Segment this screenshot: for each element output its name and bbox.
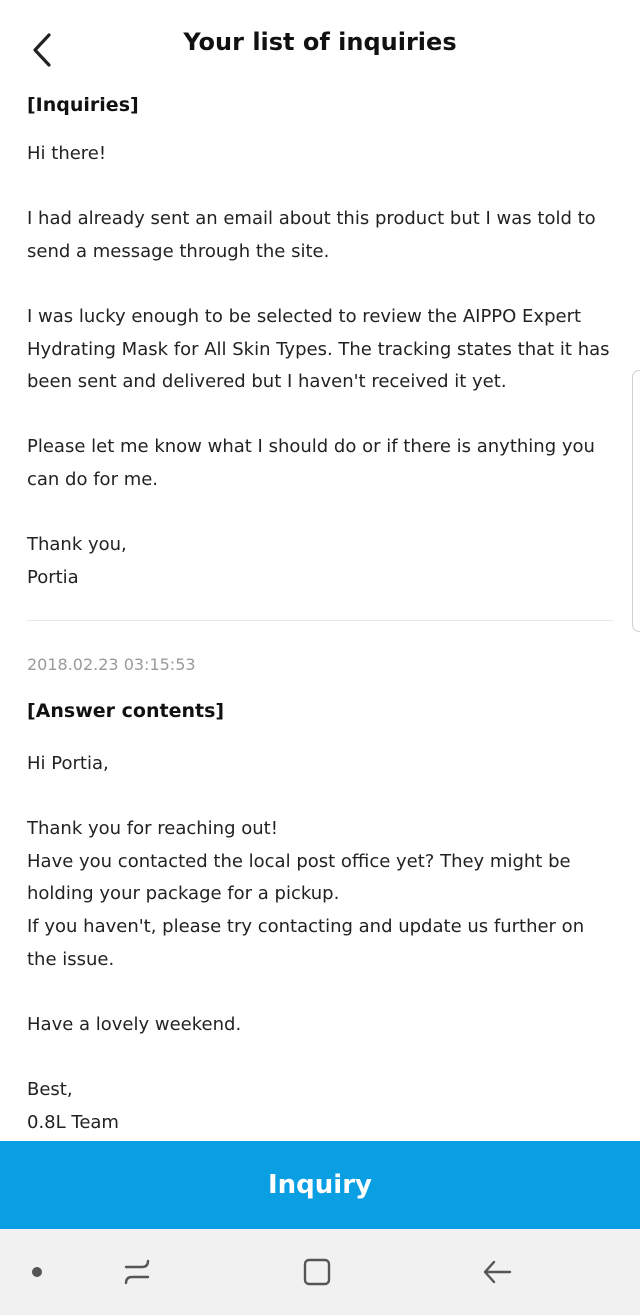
answer-label: [Answer contents]	[27, 700, 225, 722]
nav-dot-button[interactable]	[14, 1249, 60, 1295]
home-button[interactable]	[294, 1249, 340, 1295]
recent-apps-icon	[124, 1259, 150, 1285]
recent-apps-button[interactable]	[114, 1249, 160, 1295]
system-back-button[interactable]	[474, 1249, 520, 1295]
back-arrow-icon	[483, 1260, 512, 1284]
page-title: Your list of inquiries	[183, 28, 457, 56]
inquiry-section: [Inquiries] Hi there! I had already sent…	[27, 92, 613, 594]
system-navigation-bar	[0, 1229, 640, 1315]
edge-panel-handle[interactable]	[632, 370, 640, 632]
inquiry-label: [Inquiries]	[27, 94, 139, 116]
dot-icon	[32, 1267, 42, 1277]
inquiry-body: Hi there! I had already sent an email ab…	[27, 143, 610, 588]
answer-timestamp: 2018.02.23 03:15:53	[27, 655, 196, 674]
answer-section: [Answer contents] Hi Portia, Thank you f…	[27, 698, 613, 1139]
back-button[interactable]	[20, 28, 64, 72]
inquiry-button[interactable]: Inquiry	[0, 1141, 640, 1229]
answer-body: Hi Portia, Thank you for reaching out! H…	[27, 753, 585, 1133]
app-header: Your list of inquiries	[0, 0, 640, 92]
chevron-left-icon	[33, 33, 51, 67]
divider	[27, 620, 613, 621]
home-icon	[303, 1258, 331, 1286]
inquiry-detail-screen: Your list of inquiries [Inquiries] Hi th…	[0, 0, 640, 1315]
